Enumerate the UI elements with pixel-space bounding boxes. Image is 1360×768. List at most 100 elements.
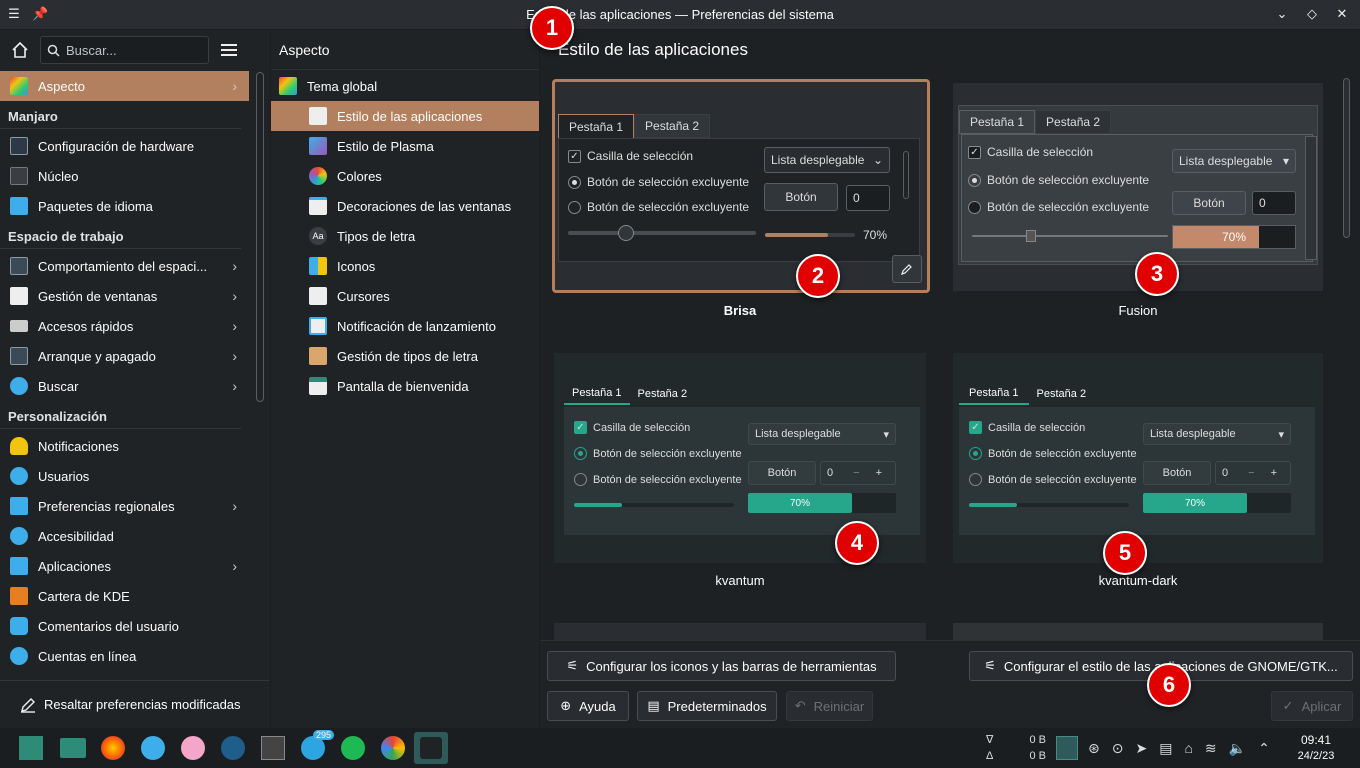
submenu-item-cursors[interactable]: Cursores — [271, 281, 539, 311]
vpn-icon[interactable] — [136, 732, 170, 764]
kvantum-dark-spin-value: 0 — [1222, 467, 1229, 479]
media-player-icon[interactable]: ⊙ — [1112, 740, 1124, 757]
usb-icon[interactable]: ⌂ — [1184, 740, 1192, 756]
search-input[interactable]: Buscar... — [40, 36, 209, 64]
submenu-item-label: Estilo de Plasma — [337, 138, 434, 154]
sidebar-item-label: Cartera de KDE — [38, 588, 130, 604]
sidebar-item-window-management[interactable]: Gestión de ventanas › — [0, 281, 249, 311]
sidebar-item-aspecto[interactable]: Aspecto › — [0, 71, 249, 101]
sidebar-item-nucleo[interactable]: Núcleo — [0, 161, 249, 191]
telegram-icon[interactable]: 295 — [296, 730, 334, 764]
minus-icon: − — [853, 467, 860, 479]
firefox-icon[interactable] — [96, 732, 130, 764]
sidebar-item-regional[interactable]: Preferencias regionales › — [0, 491, 249, 521]
fusion-slider-handle — [1026, 230, 1036, 242]
configure-icons-toolbars-button[interactable]: ⚟ Configurar los iconos y las barras de … — [547, 651, 896, 681]
manjaro-menu-icon[interactable] — [14, 732, 48, 764]
defaults-button[interactable]: ▤ Predeterminados — [637, 691, 777, 721]
sidebar-scrollbar[interactable] — [256, 72, 264, 402]
kvantum-checkbox: ✓ — [574, 421, 587, 434]
clipboard-icon[interactable]: ▤ — [1159, 740, 1172, 757]
sidebar-item-shortcuts[interactable]: Accesos rápidos › — [0, 311, 249, 341]
sidebar-item-users[interactable]: Usuarios — [0, 461, 249, 491]
reset-button[interactable]: ↶ Reiniciar — [786, 691, 873, 721]
submenu-item-splash-screen[interactable]: Pantalla de bienvenida — [271, 371, 539, 401]
apply-button[interactable]: ✓ Aplicar — [1271, 691, 1353, 721]
kvantum-checkbox-label: Casilla de selección — [593, 421, 691, 434]
fusion-scrollbar — [1305, 136, 1317, 260]
sidebar-item-idioma[interactable]: Paquetes de idioma — [0, 191, 249, 221]
sidebar-item-startup[interactable]: Arranque y apagado › — [0, 341, 249, 371]
style-card-next-2[interactable] — [953, 623, 1323, 640]
chevron-right-icon: › — [232, 498, 237, 514]
chrome-icon[interactable] — [376, 732, 410, 764]
hardware-icon — [10, 137, 28, 155]
close-icon[interactable]: ✕ — [1334, 6, 1350, 22]
system-settings-icon[interactable] — [414, 732, 448, 764]
file-manager-icon[interactable] — [56, 732, 90, 764]
submenu-item-fonts[interactable]: Aa Tipos de letra — [271, 221, 539, 251]
kvantum-radio — [574, 473, 587, 486]
submenu-item-launch-feedback[interactable]: Notificación de lanzamiento — [271, 311, 539, 341]
style-grid: Pestaña 1 Pestaña 2 ✓ Casilla de selecció… — [550, 75, 1340, 640]
submenu-item-app-style[interactable]: Estilo de las aplicaciones — [271, 101, 539, 131]
pager-icon[interactable] — [1056, 736, 1078, 760]
clock[interactable]: 09:41 24/2/23 — [1296, 732, 1336, 764]
submenu-item-font-management[interactable]: Gestión de tipos de letra — [271, 341, 539, 371]
sidebar-item-search[interactable]: Buscar › — [0, 371, 249, 401]
help-button[interactable]: ⊕ Ayuda — [547, 691, 629, 721]
hamburger-menu-icon[interactable] — [217, 38, 241, 62]
sidebar-item-hardware[interactable]: Configuración de hardware — [0, 131, 249, 161]
sidebar-item-feedback[interactable]: Comentarios del usuario — [0, 611, 249, 641]
style-card-next-1[interactable] — [554, 623, 926, 640]
sidebar-item-notifications[interactable]: Notificaciones — [0, 431, 249, 461]
submenu-item-icons[interactable]: Iconos — [271, 251, 539, 281]
chevron-up-icon[interactable]: ⌃ — [1258, 740, 1270, 757]
telegram-badge: 295 — [312, 730, 334, 740]
send-icon[interactable]: ➤ — [1135, 740, 1147, 757]
app-icon[interactable] — [176, 732, 210, 764]
minimize-icon[interactable]: ⌄ — [1274, 6, 1290, 22]
kvantum-radio-checked — [574, 447, 587, 460]
wifi-icon[interactable]: ≋ — [1205, 740, 1217, 757]
sidebar-item-applications[interactable]: Aplicaciones › — [0, 551, 249, 581]
appearance-submenu: Aspecto Tema global Estilo de las aplica… — [270, 30, 540, 728]
sidebar-item-workspace-behavior[interactable]: Comportamiento del espaci... › — [0, 251, 249, 281]
sidebar-item-online-accounts[interactable]: Cuentas en línea — [0, 641, 249, 671]
highlight-changed-label: Resaltar preferencias modificadas — [44, 697, 241, 712]
submenu-item-label: Tipos de letra — [337, 228, 416, 244]
volume-icon[interactable]: 🔈 — [1229, 740, 1246, 757]
sidebar-item-label: Preferencias regionales — [38, 498, 175, 514]
sidebar-item-label: Comportamiento del espaci... — [38, 258, 208, 274]
highlight-changed-settings-button[interactable]: Resaltar preferencias modificadas — [0, 680, 269, 728]
window-titlebar: ☰ 📌 Estilo de las aplicaciones — Prefere… — [0, 0, 1360, 30]
style-card-kvantum-dark[interactable]: Pestaña 1 Pestaña 2 ✓ Casilla de selecció… — [953, 353, 1323, 563]
window-menu-icon[interactable]: ☰ — [6, 6, 22, 22]
kvantum-dark-radio-checked — [969, 447, 982, 460]
main-scrollbar[interactable] — [1343, 78, 1350, 636]
chevron-right-icon: › — [232, 348, 237, 364]
section-title-workspace: Espacio de trabajo — [0, 225, 241, 249]
chevron-down-icon: ▾ — [1282, 154, 1289, 168]
edit-style-button[interactable] — [892, 255, 922, 283]
annotation-badge-4: 4 — [835, 521, 879, 565]
steam-icon[interactable] — [216, 732, 250, 764]
submenu-item-global-theme[interactable]: Tema global — [271, 71, 539, 101]
submenu-item-plasma-style[interactable]: Estilo de Plasma — [271, 131, 539, 161]
updates-icon[interactable]: ⊛ — [1088, 740, 1100, 757]
pin-icon[interactable]: 📌 — [32, 6, 48, 22]
submenu-item-window-decorations[interactable]: Decoraciones de las ventanas — [271, 191, 539, 221]
style-name-brisa: Brisa — [723, 303, 757, 318]
style-name-kvantum: kvantum — [715, 573, 765, 588]
maximize-icon[interactable]: ◇ — [1304, 6, 1320, 22]
sidebar-item-accessibility[interactable]: Accesibilidad — [0, 521, 249, 551]
terminal-icon[interactable] — [256, 732, 290, 764]
submenu-item-colors[interactable]: Colores — [271, 161, 539, 191]
home-icon[interactable] — [8, 38, 32, 62]
style-card-fusion[interactable]: Pestaña 1 Pestaña 2 ✓ Casilla de selecció… — [953, 83, 1323, 291]
spotify-icon[interactable] — [336, 732, 370, 764]
configure-icon: ⚟ — [566, 658, 579, 673]
style-card-brisa[interactable]: Pestaña 1 Pestaña 2 ✓ Casilla de selecció… — [552, 79, 930, 293]
sidebar-item-kde-wallet[interactable]: Cartera de KDE — [0, 581, 249, 611]
font-management-icon — [309, 347, 327, 365]
